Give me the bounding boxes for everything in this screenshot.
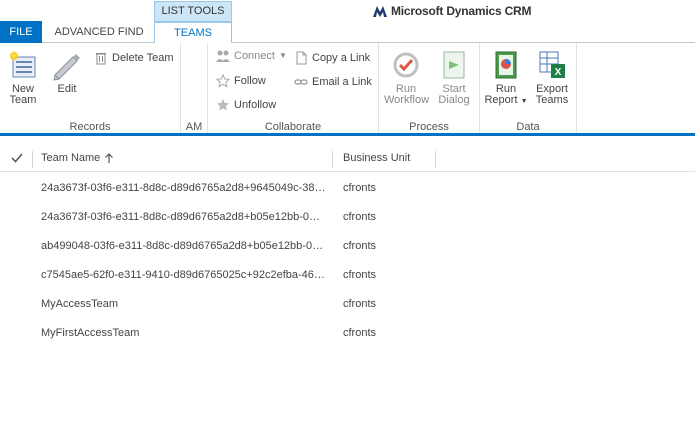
workflow-icon xyxy=(393,52,419,78)
follow-button[interactable]: Follow xyxy=(216,72,266,90)
dynamics-logo-icon xyxy=(373,6,387,17)
group-process: Run Workflow Start Dialog Process xyxy=(379,43,480,134)
column-separator xyxy=(32,151,33,168)
edit-icon xyxy=(53,54,80,81)
select-all-checkbox-icon[interactable] xyxy=(10,151,24,165)
cell-business-unit: cfronts xyxy=(343,182,377,194)
group-records: New Team Edit Delete Team Records xyxy=(0,43,181,134)
delete-team-label: Delete Team xyxy=(112,52,174,64)
group-label-records: Records xyxy=(69,121,111,133)
brand: Microsoft Dynamics CRM xyxy=(372,2,531,20)
run-workflow-label-2: Workflow xyxy=(384,94,430,106)
link-icon xyxy=(294,79,308,85)
table-row[interactable]: c7545ae5-62f0-e311-9410-d89d6765025c+92c… xyxy=(0,261,695,290)
cell-team-name[interactable]: ab499048-03f6-e311-8d8c-d89d6765a2d8+b05… xyxy=(41,240,326,252)
cell-team-name[interactable]: 24a3673f-03f6-e311-8d8c-d89d6765a2d8+b05… xyxy=(41,211,326,223)
column-header-team-name[interactable]: Team Name xyxy=(41,152,114,164)
table-row[interactable]: ab499048-03f6-e311-8d8c-d89d6765a2d8+b05… xyxy=(0,232,695,261)
group-collaborate: Connect ▼ Follow Unfollow Copy a Link Em… xyxy=(208,43,379,134)
new-team-label-2: Team xyxy=(9,94,37,106)
ribbon-divider xyxy=(0,133,695,136)
group-label-process: Process xyxy=(409,121,449,133)
group-am: AM xyxy=(181,43,208,134)
cell-business-unit: cfronts xyxy=(343,298,377,310)
unfollow-label: Unfollow xyxy=(234,99,277,111)
chevron-down-icon: ▼ xyxy=(520,98,528,105)
export-teams-button[interactable]: X Export Teams xyxy=(530,49,574,106)
table-row[interactable]: MyAccessTeam cfronts xyxy=(0,290,695,319)
connect-icon xyxy=(216,50,230,62)
excel-icon: X xyxy=(539,51,565,78)
email-link-button[interactable]: Email a Link xyxy=(294,73,372,91)
edit-label: Edit xyxy=(57,83,77,95)
sort-ascending-icon xyxy=(105,152,114,163)
group-label-collaborate: Collaborate xyxy=(264,121,322,133)
export-teams-label-2: Teams xyxy=(535,94,569,106)
table-row[interactable]: 24a3673f-03f6-e311-8d8c-d89d6765a2d8+964… xyxy=(0,174,695,203)
cell-team-name[interactable]: MyAccessTeam xyxy=(41,298,326,310)
new-team-button[interactable]: New Team xyxy=(1,49,45,106)
connect-button[interactable]: Connect ▼ xyxy=(216,47,287,65)
column-header-business-unit-label: Business Unit xyxy=(343,152,411,164)
run-report-button[interactable]: Run Report ▼ xyxy=(484,49,528,107)
copy-link-button[interactable]: Copy a Link xyxy=(294,49,370,67)
group-label-data: Data xyxy=(516,121,540,133)
document-icon xyxy=(296,51,307,65)
tab-teams[interactable]: TEAMS xyxy=(154,21,232,44)
chevron-down-icon: ▼ xyxy=(278,51,287,60)
tab-advanced-find[interactable]: ADVANCED FIND xyxy=(46,21,152,43)
column-separator xyxy=(435,151,436,168)
star-icon xyxy=(216,74,230,88)
email-link-label: Email a Link xyxy=(312,76,372,88)
new-team-icon xyxy=(9,50,36,78)
group-label-am: AM xyxy=(185,121,203,133)
column-header-team-name-label: Team Name xyxy=(41,152,101,164)
star-icon xyxy=(217,99,229,111)
table-row[interactable]: 24a3673f-03f6-e311-8d8c-d89d6765a2d8+b05… xyxy=(0,203,695,232)
grid-header: Team Name Business Unit xyxy=(0,147,695,172)
table-row[interactable]: MyFirstAccessTeam cfronts xyxy=(0,319,695,348)
cell-business-unit: cfronts xyxy=(343,240,377,252)
column-header-business-unit[interactable]: Business Unit xyxy=(343,152,410,164)
delete-team-button[interactable]: Delete Team xyxy=(94,49,174,67)
ribbon: New Team Edit Delete Team Records AM Con… xyxy=(0,43,695,134)
cell-business-unit: cfronts xyxy=(343,211,377,223)
follow-label: Follow xyxy=(234,75,266,87)
start-dialog-button[interactable]: Start Dialog xyxy=(432,49,476,106)
start-dialog-label-2: Dialog xyxy=(438,94,470,106)
cell-team-name[interactable]: c7545ae5-62f0-e311-9410-d89d6765025c+92c… xyxy=(41,269,326,281)
dialog-icon xyxy=(443,51,465,79)
column-separator xyxy=(332,151,333,168)
unfollow-button[interactable]: Unfollow xyxy=(216,96,276,114)
run-report-label-2: Report ▼ xyxy=(484,94,528,106)
run-workflow-button[interactable]: Run Workflow xyxy=(384,49,430,106)
tab-file[interactable]: FILE xyxy=(0,21,42,43)
group-data: Run Report ▼ X Export Teams Data xyxy=(480,43,577,134)
edit-button[interactable]: Edit xyxy=(45,49,89,95)
ribbon-tab-bar: FILE ADVANCED FIND LIST TOOLS TEAMS Micr… xyxy=(0,0,695,44)
brand-name: Microsoft Dynamics CRM xyxy=(391,4,532,18)
cell-team-name[interactable]: MyFirstAccessTeam xyxy=(41,327,326,339)
cell-team-name[interactable]: 24a3673f-03f6-e311-8d8c-d89d6765a2d8+964… xyxy=(41,182,326,194)
cell-business-unit: cfronts xyxy=(343,269,377,281)
crm-window: FILE ADVANCED FIND LIST TOOLS TEAMS Micr… xyxy=(0,0,695,439)
svg-text:X: X xyxy=(555,67,562,78)
trash-icon xyxy=(96,53,106,65)
connect-label: Connect xyxy=(234,50,275,62)
copy-link-label: Copy a Link xyxy=(312,52,371,64)
report-icon xyxy=(495,51,517,79)
contextual-tab-header: LIST TOOLS xyxy=(154,1,232,21)
cell-business-unit: cfronts xyxy=(343,327,377,339)
